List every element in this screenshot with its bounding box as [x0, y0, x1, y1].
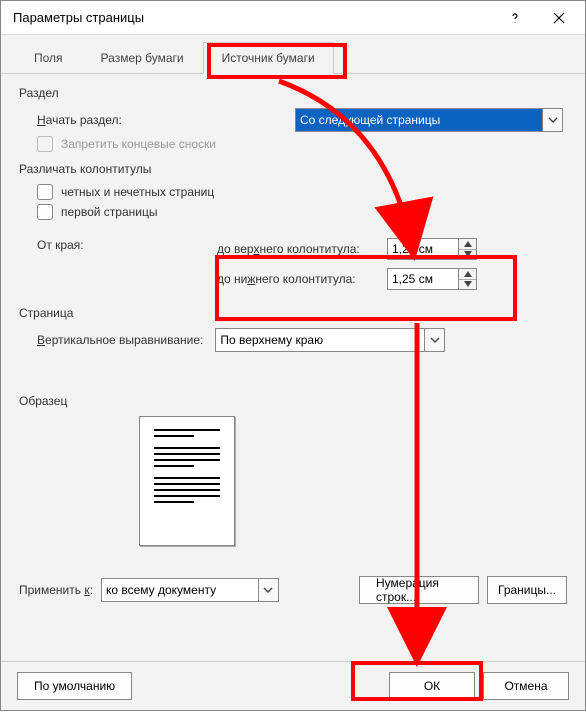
start-section-label: Начать раздел:: [37, 113, 122, 127]
apply-to-value: ко всему документу: [101, 578, 259, 602]
valign-label: Вертикальное выравнивание:: [37, 333, 203, 347]
spin-down-icon[interactable]: [459, 280, 476, 290]
line-numbers-button[interactable]: Нумерация строк...: [359, 576, 479, 604]
chevron-down-icon[interactable]: [543, 108, 563, 132]
tab-strip: Поля Размер бумаги Источник бумаги: [1, 35, 585, 74]
page-group-label: Страница: [19, 306, 567, 320]
apply-to-select[interactable]: ко всему документу: [101, 578, 279, 602]
start-section-value: Со следующей страницы: [295, 108, 543, 132]
headers-group-label: Различать колонтитулы: [19, 162, 567, 176]
from-edge-label: От края:: [37, 234, 217, 252]
dialog-footer: По умолчанию ОК Отмена: [1, 661, 585, 710]
start-section-select[interactable]: Со следующей страницы: [295, 108, 563, 132]
tab-paper-source[interactable]: Источник бумаги: [203, 42, 334, 74]
header-distance-spinner[interactable]: [387, 238, 477, 260]
close-button[interactable]: [537, 3, 581, 33]
spin-up-icon[interactable]: [459, 269, 476, 280]
first-page-checkbox[interactable]: [37, 204, 53, 220]
footer-distance-label: до нижнего колонтитула:: [217, 272, 387, 286]
suppress-endnotes-checkbox: [37, 136, 53, 152]
titlebar: Параметры страницы: [1, 1, 585, 35]
valign-select[interactable]: По верхнему краю: [215, 328, 445, 352]
spin-up-icon[interactable]: [459, 239, 476, 250]
ok-button[interactable]: ОК: [389, 672, 475, 700]
valign-value: По верхнему краю: [215, 328, 425, 352]
odd-even-checkbox[interactable]: [37, 184, 53, 200]
odd-even-label: четных и нечетных страниц: [61, 185, 214, 199]
section-group-label: Раздел: [19, 86, 567, 100]
tab-content: Раздел Начать раздел: Со следующей стран…: [1, 74, 585, 604]
page-setup-dialog: Параметры страницы Поля Размер бумаги Ис…: [0, 0, 586, 711]
header-distance-input[interactable]: [387, 238, 459, 260]
tab-paper-size[interactable]: Размер бумаги: [82, 42, 203, 74]
header-distance-label: до верхнего колонтитула:: [217, 242, 387, 256]
borders-button[interactable]: Границы...: [487, 576, 567, 604]
help-button[interactable]: [493, 3, 537, 33]
cancel-button[interactable]: Отмена: [483, 672, 569, 700]
suppress-endnotes-label: Запретить концевые сноски: [61, 137, 216, 151]
spin-down-icon[interactable]: [459, 250, 476, 260]
defaults-button[interactable]: По умолчанию: [17, 672, 132, 700]
apply-to-label: Применить к:: [19, 583, 93, 597]
preview-label: Образец: [19, 394, 567, 408]
dialog-title: Параметры страницы: [13, 10, 493, 25]
tab-fields[interactable]: Поля: [15, 42, 82, 74]
first-page-label: первой страницы: [61, 205, 157, 219]
chevron-down-icon[interactable]: [259, 578, 279, 602]
chevron-down-icon[interactable]: [425, 328, 445, 352]
footer-distance-spinner[interactable]: [387, 268, 477, 290]
footer-distance-input[interactable]: [387, 268, 459, 290]
page-preview: [139, 416, 235, 546]
